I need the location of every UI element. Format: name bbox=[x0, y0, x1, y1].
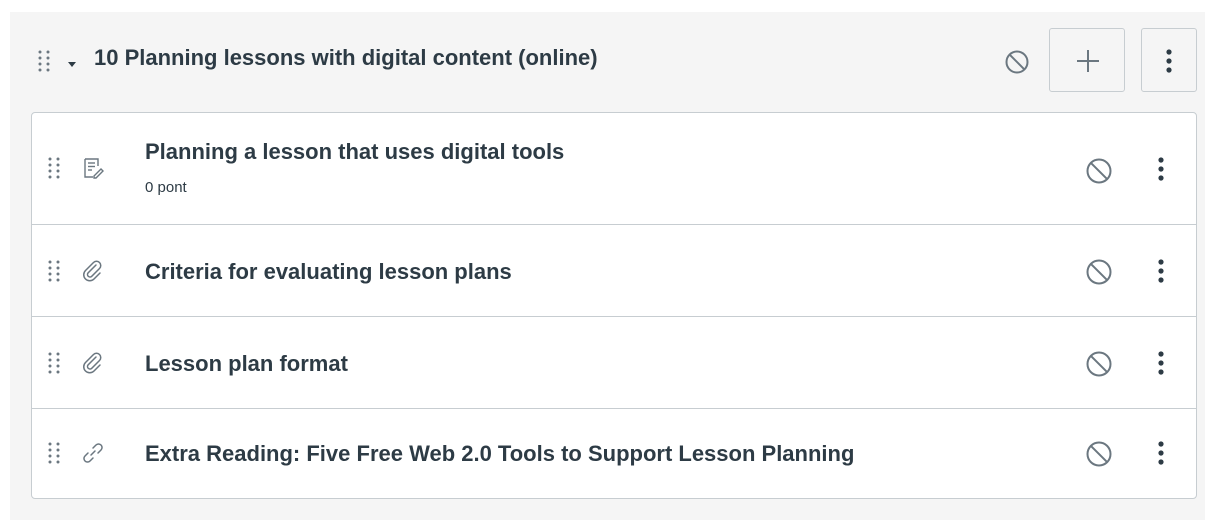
assignment-icon bbox=[82, 157, 104, 179]
drag-handle-icon[interactable] bbox=[48, 352, 60, 374]
attachment-icon bbox=[82, 260, 104, 282]
link-icon bbox=[82, 442, 104, 464]
item-title[interactable]: Lesson plan format bbox=[145, 351, 348, 377]
unpublished-icon[interactable] bbox=[1004, 49, 1030, 75]
item-points: 0 pont bbox=[145, 179, 187, 196]
module-menu-button[interactable] bbox=[1141, 28, 1197, 92]
kebab-menu-icon[interactable] bbox=[1158, 259, 1164, 283]
caret-down-icon[interactable] bbox=[67, 56, 77, 67]
unpublished-icon[interactable] bbox=[1085, 440, 1113, 468]
module-title: 10 Planning lessons with digital content… bbox=[94, 45, 598, 70]
unpublished-icon[interactable] bbox=[1085, 350, 1113, 378]
plus-icon bbox=[1077, 50, 1099, 72]
module-item[interactable]: Criteria for evaluating lesson plans bbox=[32, 225, 1196, 317]
drag-handle-icon[interactable] bbox=[48, 442, 60, 464]
kebab-menu-icon[interactable] bbox=[1158, 441, 1164, 465]
unpublished-icon[interactable] bbox=[1085, 258, 1113, 286]
module: 10 Planning lessons with digital content… bbox=[10, 12, 1205, 520]
drag-handle-icon[interactable] bbox=[38, 50, 50, 72]
attachment-icon bbox=[82, 352, 104, 374]
kebab-menu-icon[interactable] bbox=[1158, 157, 1164, 181]
kebab-menu-icon[interactable] bbox=[1158, 351, 1164, 375]
drag-handle-icon[interactable] bbox=[48, 157, 60, 179]
module-item[interactable]: Planning a lesson that uses digital tool… bbox=[32, 113, 1196, 225]
module-items-list: Planning a lesson that uses digital tool… bbox=[31, 112, 1197, 499]
add-item-button[interactable] bbox=[1049, 28, 1125, 92]
module-item[interactable]: Lesson plan format bbox=[32, 317, 1196, 409]
module-header[interactable]: 10 Planning lessons with digital content… bbox=[10, 12, 1205, 110]
kebab-menu-icon bbox=[1166, 49, 1172, 73]
unpublished-icon[interactable] bbox=[1085, 157, 1113, 185]
item-title[interactable]: Planning a lesson that uses digital tool… bbox=[145, 139, 564, 165]
item-title[interactable]: Extra Reading: Five Free Web 2.0 Tools t… bbox=[145, 441, 854, 467]
module-item[interactable]: Extra Reading: Five Free Web 2.0 Tools t… bbox=[32, 409, 1196, 498]
item-title[interactable]: Criteria for evaluating lesson plans bbox=[145, 259, 512, 285]
drag-handle-icon[interactable] bbox=[48, 260, 60, 282]
